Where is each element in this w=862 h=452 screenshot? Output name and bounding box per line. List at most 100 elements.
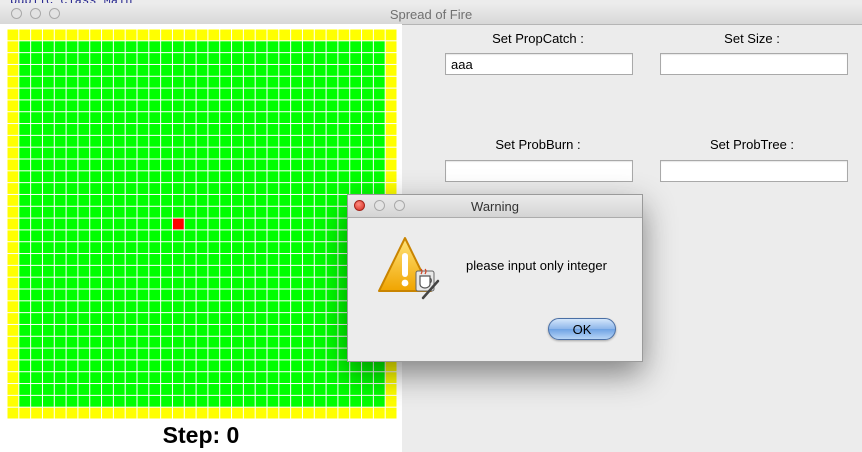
tree-cell — [208, 147, 220, 159]
tree-cell — [161, 183, 172, 194]
tree-cell — [125, 183, 137, 194]
tree-cell — [326, 218, 338, 230]
tree-cell — [196, 183, 208, 194]
tree-cell — [66, 301, 78, 313]
tree-cell — [373, 147, 385, 159]
tree-cell — [255, 384, 267, 395]
tree-cell — [373, 384, 385, 395]
tree-cell — [19, 159, 31, 171]
tree-cell — [113, 206, 125, 218]
border-cell — [149, 29, 161, 41]
tree-cell — [255, 289, 267, 301]
tree-cell — [232, 64, 243, 76]
tree-cell — [161, 135, 172, 147]
tree-cell — [31, 135, 42, 147]
tree-cell — [149, 124, 161, 135]
border-cell — [7, 76, 19, 88]
prob-burn-input[interactable] — [445, 160, 633, 182]
tree-cell — [78, 395, 90, 407]
tree-cell — [184, 218, 196, 230]
tree-cell — [279, 135, 291, 147]
tree-cell — [125, 265, 137, 277]
tree-cell — [208, 336, 220, 348]
tree-cell — [125, 206, 137, 218]
tree-cell — [255, 348, 267, 360]
tree-cell — [149, 230, 161, 242]
tree-cell — [255, 124, 267, 135]
tree-cell — [208, 88, 220, 100]
tree-cell — [350, 41, 362, 53]
border-cell — [78, 407, 90, 419]
tree-cell — [243, 147, 255, 159]
tree-cell — [279, 324, 291, 336]
tree-cell — [243, 194, 255, 206]
tree-cell — [184, 206, 196, 218]
tree-cell — [326, 230, 338, 242]
tree-cell — [291, 301, 302, 313]
tree-cell — [184, 230, 196, 242]
tree-cell — [255, 76, 267, 88]
border-cell — [7, 100, 19, 112]
prob-tree-input[interactable] — [660, 160, 848, 182]
tree-cell — [184, 348, 196, 360]
tree-cell — [31, 324, 42, 336]
tree-cell — [302, 53, 314, 64]
tree-cell — [102, 230, 113, 242]
border-cell — [7, 265, 19, 277]
ok-button[interactable]: OK — [548, 318, 616, 340]
tree-cell — [102, 336, 113, 348]
tree-cell — [255, 100, 267, 112]
dialog-title: Warning — [471, 199, 519, 214]
tree-cell — [172, 265, 184, 277]
tree-cell — [243, 41, 255, 53]
tree-cell — [19, 230, 31, 242]
tree-cell — [314, 277, 326, 289]
tree-cell — [137, 88, 149, 100]
tree-cell — [125, 301, 137, 313]
tree-cell — [19, 194, 31, 206]
tree-cell — [125, 384, 137, 395]
tree-cell — [90, 336, 102, 348]
tree-cell — [54, 324, 66, 336]
tree-cell — [19, 147, 31, 159]
tree-cell — [78, 64, 90, 76]
tree-cell — [267, 324, 279, 336]
tree-cell — [125, 41, 137, 53]
tree-cell — [78, 230, 90, 242]
tree-cell — [184, 301, 196, 313]
size-input[interactable] — [660, 53, 848, 75]
tree-cell — [90, 218, 102, 230]
tree-cell — [66, 88, 78, 100]
tree-cell — [54, 41, 66, 53]
border-cell — [90, 407, 102, 419]
tree-cell — [338, 360, 350, 372]
tree-cell — [314, 313, 326, 324]
tree-cell — [172, 171, 184, 183]
prop-catch-input[interactable] — [445, 53, 633, 75]
tree-cell — [42, 360, 54, 372]
tree-cell — [362, 360, 373, 372]
tree-cell — [243, 301, 255, 313]
tree-cell — [113, 301, 125, 313]
tree-cell — [19, 76, 31, 88]
border-cell — [267, 407, 279, 419]
tree-cell — [184, 135, 196, 147]
tree-cell — [302, 301, 314, 313]
tree-cell — [90, 301, 102, 313]
tree-cell — [172, 242, 184, 254]
tree-cell — [291, 360, 302, 372]
tree-cell — [302, 372, 314, 384]
tree-cell — [161, 372, 172, 384]
tree-cell — [196, 159, 208, 171]
tree-cell — [232, 277, 243, 289]
tree-cell — [326, 206, 338, 218]
tree-cell — [373, 135, 385, 147]
tree-cell — [232, 254, 243, 265]
border-cell — [314, 407, 326, 419]
tree-cell — [220, 124, 232, 135]
border-cell — [113, 29, 125, 41]
tree-cell — [302, 171, 314, 183]
tree-cell — [279, 206, 291, 218]
tree-cell — [302, 336, 314, 348]
tree-cell — [42, 76, 54, 88]
